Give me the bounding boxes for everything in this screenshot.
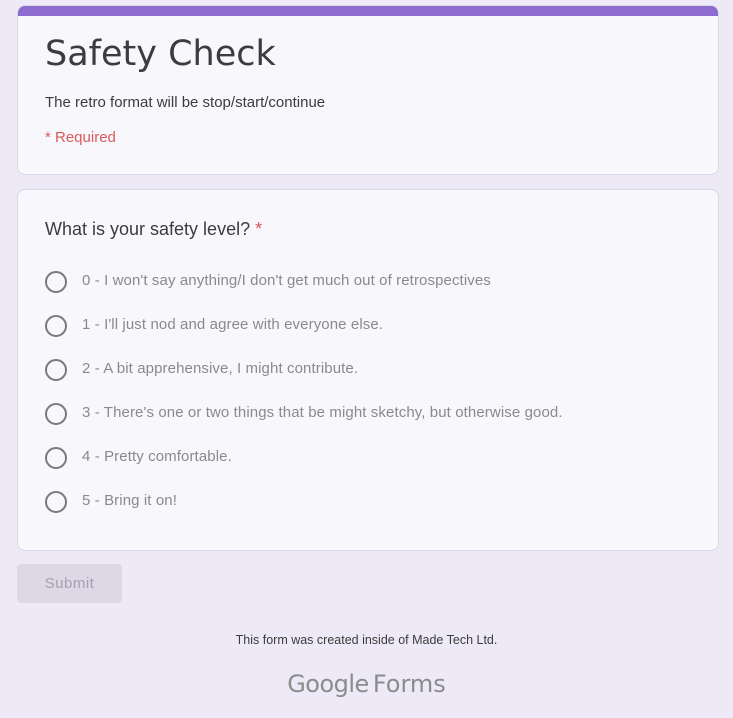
radio-option-1[interactable]: 1 - I'll just nod and agree with everyon… (45, 314, 563, 358)
radio-option-label[interactable]: 1 - I'll just nod and agree with everyon… (82, 314, 383, 336)
radio-button[interactable] (45, 359, 67, 381)
google-forms-logo[interactable]: Google Forms (0, 670, 733, 698)
radio-button[interactable] (45, 315, 67, 337)
radio-options-list: 0 - I won't say anything/I don't get muc… (45, 270, 563, 534)
radio-option-5[interactable]: 5 - Bring it on! (45, 490, 563, 534)
radio-option-4[interactable]: 4 - Pretty comfortable. (45, 446, 563, 490)
submit-button[interactable]: Submit (17, 564, 122, 603)
radio-option-label[interactable]: 3 - There's one or two things that be mi… (82, 402, 563, 424)
radio-option-label[interactable]: 2 - A bit apprehensive, I might contribu… (82, 358, 358, 380)
form-description: The retro format will be stop/start/cont… (45, 94, 326, 111)
footer-note: This form was created inside of Made Tec… (235, 633, 498, 647)
radio-option-label[interactable]: 0 - I won't say anything/I don't get muc… (82, 270, 491, 292)
radio-option-3[interactable]: 3 - There's one or two things that be mi… (45, 402, 563, 446)
radio-button[interactable] (45, 271, 67, 293)
radio-button[interactable] (45, 491, 67, 513)
question-text: What is your safety level? (45, 219, 251, 239)
question-card: What is your safety level? * 0 - I won't… (17, 189, 719, 551)
radio-option-0[interactable]: 0 - I won't say anything/I don't get muc… (45, 270, 563, 314)
radio-button[interactable] (45, 447, 67, 469)
required-asterisk: * (255, 219, 263, 239)
radio-button[interactable] (45, 403, 67, 425)
required-note: * Required (45, 129, 116, 146)
radio-option-label[interactable]: 5 - Bring it on! (82, 490, 177, 512)
form-title: Safety Check (45, 34, 276, 74)
brand-forms-text: Forms (372, 670, 446, 698)
radio-option-2[interactable]: 2 - A bit apprehensive, I might contribu… (45, 358, 563, 402)
question-title: What is your safety level? * (45, 219, 262, 240)
brand-google-text: Google (287, 670, 369, 698)
radio-option-label[interactable]: 4 - Pretty comfortable. (82, 446, 232, 468)
accent-bar (18, 6, 718, 16)
form-header-card: Safety Check The retro format will be st… (17, 5, 719, 175)
